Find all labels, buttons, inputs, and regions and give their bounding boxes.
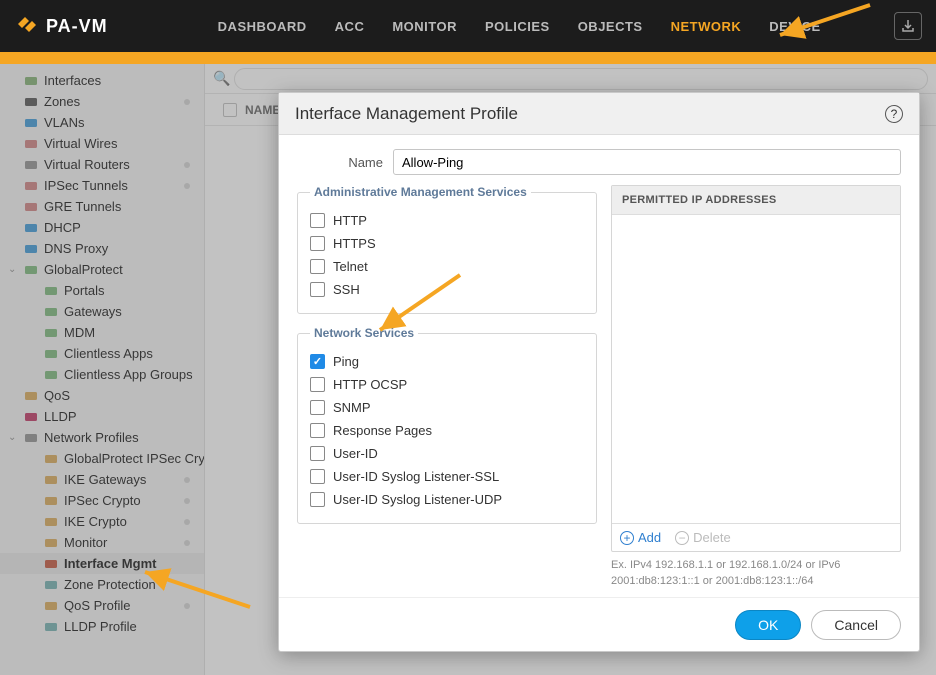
admin-service-label: SSH <box>333 282 360 297</box>
admin-service-row-https: HTTPS <box>310 232 584 255</box>
dialog-body: Name Administrative Management Services … <box>279 135 919 597</box>
network-service-row-user-id-syslog-listener-udp: User-ID Syslog Listener-UDP <box>310 488 584 511</box>
cancel-button[interactable]: Cancel <box>811 610 901 640</box>
permitted-ip-actions: +Add −Delete <box>612 523 900 551</box>
permitted-ip-box: PERMITTED IP ADDRESSES +Add −Delete <box>611 185 901 552</box>
network-service-label: User-ID Syslog Listener-UDP <box>333 492 502 507</box>
tab-acc[interactable]: ACC <box>335 19 365 34</box>
product-logo: PA-VM <box>16 13 108 40</box>
accent-bar <box>0 52 936 64</box>
network-service-row-snmp: SNMP <box>310 396 584 419</box>
main-tabs: DASHBOARD ACC MONITOR POLICIES OBJECTS NETWOR… <box>218 19 821 34</box>
network-service-label: HTTP OCSP <box>333 377 407 392</box>
services-column: Administrative Management Services HTTP H… <box>297 185 597 589</box>
admin-service-label: HTTPS <box>333 236 376 251</box>
logo-icon <box>16 13 38 40</box>
network-service-checkbox-user-id-syslog-listener-ssl[interactable] <box>310 469 325 484</box>
network-services-group: Network Services Ping HTTP OCSP SNMP Respon… <box>297 326 597 524</box>
admin-service-checkbox-https[interactable] <box>310 236 325 251</box>
plus-icon: + <box>620 531 634 545</box>
network-service-label: User-ID Syslog Listener-SSL <box>333 469 499 484</box>
dialog-title: Interface Management Profile <box>295 104 518 124</box>
interface-mgmt-profile-dialog: Interface Management Profile ? Name Admi… <box>278 92 920 652</box>
network-service-row-user-id-syslog-listener-ssl: User-ID Syslog Listener-SSL <box>310 465 584 488</box>
admin-services-group: Administrative Management Services HTTP H… <box>297 185 597 314</box>
network-service-row-ping: Ping <box>310 350 584 373</box>
tab-device[interactable]: DEVICE <box>769 19 820 34</box>
network-service-row-response-pages: Response Pages <box>310 419 584 442</box>
tab-network[interactable]: NETWORK <box>671 19 742 34</box>
tab-policies[interactable]: POLICIES <box>485 19 550 34</box>
admin-service-row-ssh: SSH <box>310 278 584 301</box>
minus-icon: − <box>675 531 689 545</box>
admin-service-row-http: HTTP <box>310 209 584 232</box>
dialog-columns: Administrative Management Services HTTP H… <box>297 185 901 589</box>
network-service-label: User-ID <box>333 446 378 461</box>
tab-objects[interactable]: OBJECTS <box>578 19 643 34</box>
help-icon[interactable]: ? <box>885 105 903 123</box>
dialog-footer: OK Cancel <box>279 597 919 651</box>
commit-button[interactable] <box>894 12 922 40</box>
network-service-checkbox-response-pages[interactable] <box>310 423 325 438</box>
network-service-row-user-id: User-ID <box>310 442 584 465</box>
tab-dashboard[interactable]: DASHBOARD <box>218 19 307 34</box>
network-service-label: Ping <box>333 354 359 369</box>
profile-name-input[interactable] <box>393 149 901 175</box>
permitted-ip-column: PERMITTED IP ADDRESSES +Add −Delete Ex. … <box>611 185 901 589</box>
name-row: Name <box>297 149 901 175</box>
admin-service-checkbox-http[interactable] <box>310 213 325 228</box>
network-services-legend: Network Services <box>310 326 418 340</box>
admin-service-checkbox-ssh[interactable] <box>310 282 325 297</box>
dialog-header: Interface Management Profile ? <box>279 93 919 135</box>
product-name: PA-VM <box>46 16 108 37</box>
network-service-checkbox-user-id-syslog-listener-udp[interactable] <box>310 492 325 507</box>
admin-service-row-telnet: Telnet <box>310 255 584 278</box>
network-service-checkbox-ping[interactable] <box>310 354 325 369</box>
top-bar: PA-VM DASHBOARD ACC MONITOR POLICIES OBJECTS… <box>0 0 936 52</box>
admin-service-checkbox-telnet[interactable] <box>310 259 325 274</box>
add-ip-button[interactable]: +Add <box>620 530 661 545</box>
permitted-ip-list[interactable] <box>612 215 900 523</box>
name-label: Name <box>297 155 383 170</box>
network-service-checkbox-http-ocsp[interactable] <box>310 377 325 392</box>
network-service-checkbox-user-id[interactable] <box>310 446 325 461</box>
ok-button[interactable]: OK <box>735 610 801 640</box>
ip-hint: Ex. IPv4 192.168.1.1 or 192.168.1.0/24 o… <box>611 558 901 589</box>
admin-service-label: Telnet <box>333 259 368 274</box>
admin-services-legend: Administrative Management Services <box>310 185 531 199</box>
network-service-label: SNMP <box>333 400 371 415</box>
admin-service-label: HTTP <box>333 213 367 228</box>
network-service-checkbox-snmp[interactable] <box>310 400 325 415</box>
network-service-row-http-ocsp: HTTP OCSP <box>310 373 584 396</box>
tab-monitor[interactable]: MONITOR <box>392 19 457 34</box>
network-service-label: Response Pages <box>333 423 432 438</box>
permitted-ip-header: PERMITTED IP ADDRESSES <box>612 186 900 215</box>
delete-ip-button[interactable]: −Delete <box>675 530 731 545</box>
